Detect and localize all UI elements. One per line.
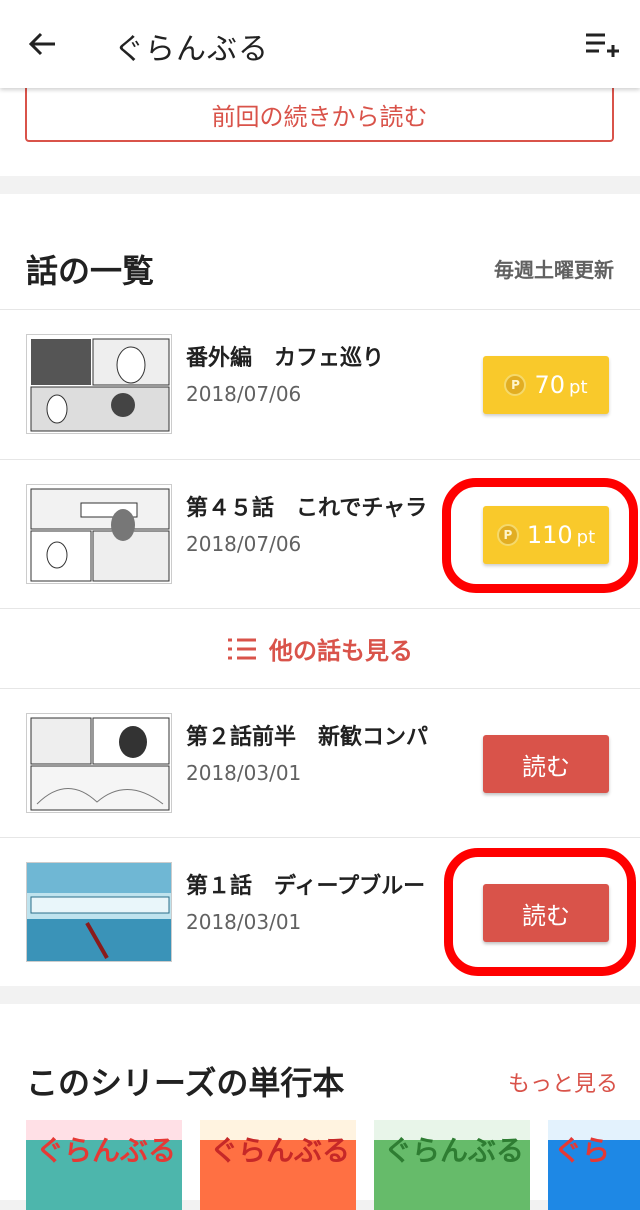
read-button[interactable]: 読む <box>483 884 609 942</box>
episode-row[interactable]: 第４５話 これでチャラ 2018/07/06 P 110 pt <box>0 459 640 609</box>
price-unit: pt <box>576 526 596 548</box>
episode-thumbnail <box>26 334 172 434</box>
section-title: 話の一覧 <box>26 252 155 290</box>
buy-points-button[interactable]: P 110 pt <box>483 506 609 564</box>
playlist-add-button[interactable] <box>582 26 622 62</box>
episode-list-card: 話の一覧 毎週土曜更新 番外編 カフェ巡り 2018/07/06 P 70 pt <box>0 194 640 986</box>
svg-text:ぐらんぶる: ぐらんぶる <box>384 1134 524 1167</box>
read-button[interactable]: 読む <box>483 735 609 793</box>
episode-title: 第２話前半 新歓コンパ <box>186 725 429 750</box>
price-value: 110 <box>526 521 573 549</box>
buy-points-button[interactable]: P 70 pt <box>483 356 609 414</box>
episode-title: 番外編 カフェ巡り <box>186 346 385 371</box>
more-episodes-button[interactable]: 他の話も見る <box>0 608 640 688</box>
svg-text:ぐらんぶる: ぐらんぶる <box>36 1134 176 1167</box>
episode-date: 2018/07/06 <box>186 532 302 556</box>
see-more-link[interactable]: もっと見る <box>508 1066 618 1098</box>
episode-date: 2018/03/01 <box>186 761 302 785</box>
volumes-card: このシリーズの単行本 もっと見る ぐらんぶる ぐらんぶる ぐらんぶる ぐら <box>0 1004 640 1210</box>
volume-cover[interactable]: ぐらんぶる <box>200 1120 356 1210</box>
app-bar: ぐらんぶる <box>0 0 640 88</box>
arrow-left-icon <box>28 32 55 56</box>
episode-date: 2018/03/01 <box>186 910 302 934</box>
episode-thumbnail <box>26 484 172 584</box>
volume-cover[interactable]: ぐらんぶる <box>374 1120 530 1210</box>
price-unit: pt <box>569 376 588 398</box>
episode-thumbnail <box>26 713 172 813</box>
back-button[interactable] <box>24 26 60 62</box>
svg-text:ぐら: ぐら <box>554 1134 610 1167</box>
price-value: 70 <box>534 371 566 399</box>
coin-icon: P <box>496 524 519 546</box>
continue-card: 前回の続きから読む <box>0 88 640 176</box>
coin-icon: P <box>504 374 527 396</box>
episode-row[interactable]: 第１話 ディープブルー 2018/03/01 読む <box>0 837 640 987</box>
episode-row[interactable]: 番外編 カフェ巡り 2018/07/06 P 70 pt <box>0 309 640 459</box>
episode-title: 第４５話 これでチャラ <box>186 496 428 521</box>
volume-cover[interactable]: ぐら <box>548 1120 640 1210</box>
more-episodes-label: 他の話も見る <box>269 637 413 665</box>
episode-thumbnail <box>26 862 172 962</box>
episode-date: 2018/07/06 <box>186 382 302 406</box>
volume-cover[interactable]: ぐらんぶる <box>26 1120 182 1210</box>
episode-title: 第１話 ディープブルー <box>186 874 426 899</box>
playlist-add-icon <box>586 33 619 57</box>
volumes-title: このシリーズの単行本 <box>26 1064 345 1102</box>
episode-row[interactable]: 第２話前半 新歓コンパ 2018/03/01 読む <box>0 688 640 838</box>
page-title: ぐらんぶる <box>114 32 269 67</box>
svg-text:ぐらんぶる: ぐらんぶる <box>210 1134 350 1167</box>
update-schedule: 毎週土曜更新 <box>494 258 614 282</box>
list-icon <box>228 638 256 659</box>
continue-reading-button[interactable]: 前回の続きから読む <box>25 88 614 142</box>
